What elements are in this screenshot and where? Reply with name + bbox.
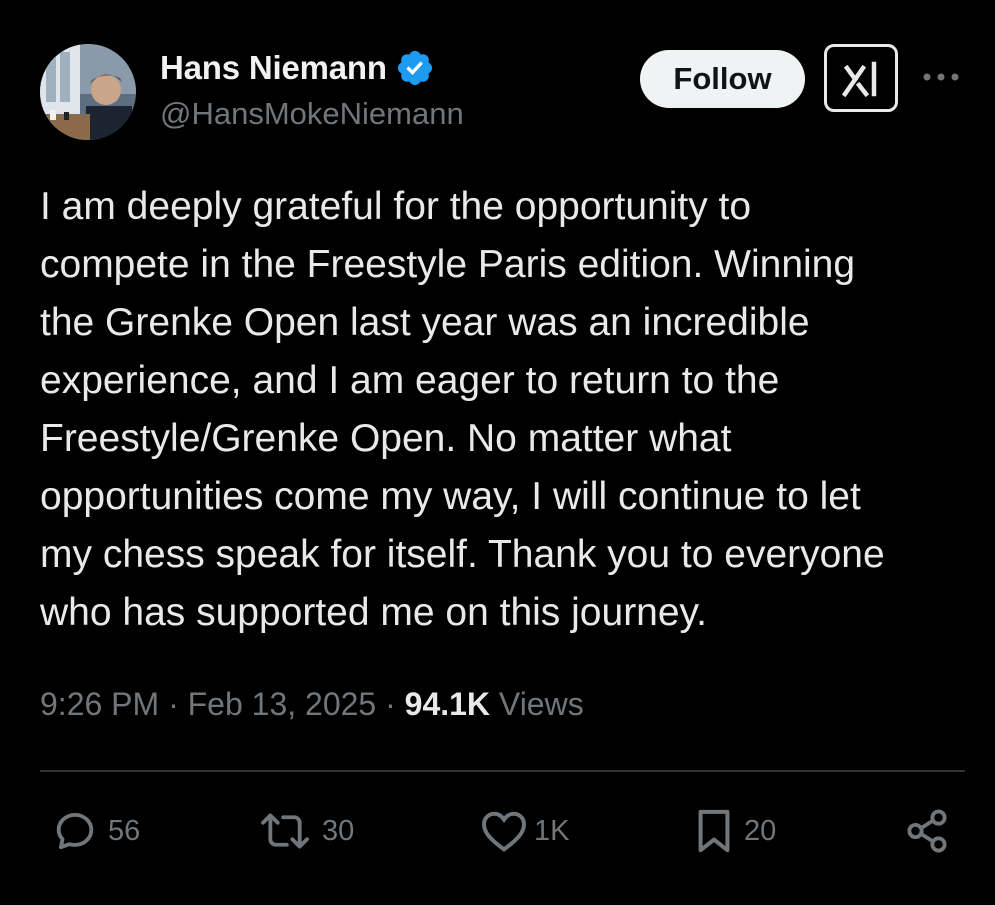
author-block: Hans Niemann @HansMokeNiemann: [160, 48, 464, 132]
bookmark-icon: [698, 809, 730, 853]
divider: [40, 770, 965, 772]
tweet-text-line: Freestyle/Grenke Open. No matter what: [40, 417, 732, 460]
tweet-text: I am deeply grateful for the opportunity…: [40, 178, 960, 642]
like-button[interactable]: 1K: [480, 806, 569, 856]
share-icon: [907, 809, 947, 853]
tweet-text-line: I am deeply grateful for the opportunity…: [40, 185, 752, 228]
meta-separator: ·: [168, 686, 179, 722]
views-label: Views: [498, 686, 584, 722]
bookmark-button[interactable]: 20: [694, 806, 776, 856]
avatar[interactable]: [40, 44, 136, 140]
tweet-text-line: the Grenke Open last year was an incredi…: [40, 301, 810, 344]
grok-icon: [841, 61, 877, 98]
tweet-time[interactable]: 9:26 PM: [40, 686, 159, 722]
views-count: 94.1K: [404, 686, 491, 722]
author-name-row: Hans Niemann: [160, 48, 464, 88]
tweet-date[interactable]: Feb 13, 2025: [188, 686, 377, 722]
more-options-button[interactable]: [918, 62, 964, 92]
tweet-text-line: who has supported me on this journey.: [40, 591, 707, 634]
repost-icon: [261, 813, 309, 849]
tweet-text-line: opportunities come my way, I will contin…: [40, 475, 861, 518]
tweet-text-line: compete in the Freestyle Paris edition. …: [40, 243, 856, 286]
author-handle[interactable]: @HansMokeNiemann: [160, 96, 464, 132]
reply-icon: [56, 812, 94, 850]
share-button[interactable]: [904, 806, 950, 856]
author-name[interactable]: Hans Niemann: [160, 49, 387, 87]
follow-button[interactable]: Follow: [640, 50, 805, 108]
tweet-meta: 9:26 PM · Feb 13, 2025 · 94.1K Views: [40, 686, 584, 723]
avatar-image: [40, 44, 136, 140]
reply-count: 56: [108, 814, 141, 847]
bookmark-count: 20: [744, 814, 777, 847]
repost-button[interactable]: 30: [258, 806, 354, 856]
verified-badge-icon[interactable]: [395, 48, 435, 88]
more-icon: [923, 73, 959, 81]
like-count: 1K: [534, 814, 570, 847]
heart-icon: [481, 811, 527, 852]
grok-button[interactable]: [824, 44, 898, 112]
tweet-text-line: my chess speak for itself. Thank you to …: [40, 533, 885, 576]
reply-button[interactable]: 56: [52, 806, 140, 856]
meta-separator: ·: [385, 686, 396, 722]
repost-count: 30: [322, 814, 355, 847]
tweet-text-line: experience, and I am eager to return to …: [40, 359, 780, 402]
